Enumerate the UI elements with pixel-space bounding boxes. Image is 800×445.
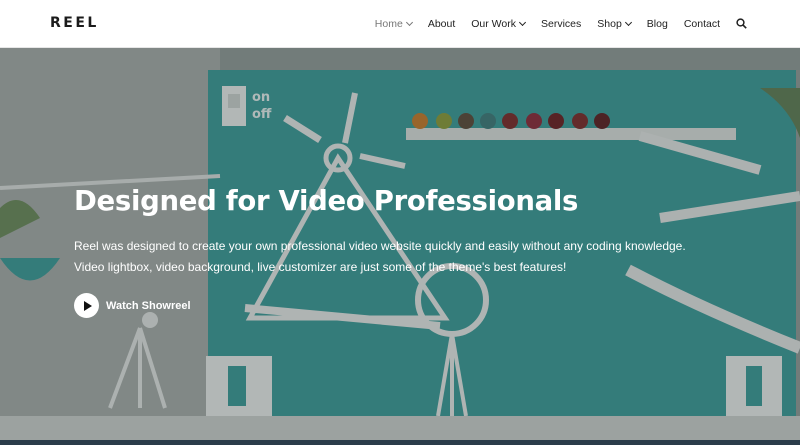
chevron-down-icon (518, 18, 527, 27)
site-header: REEL Home About Our Work Services Shop B… (0, 0, 800, 48)
chevron-down-icon (624, 18, 632, 27)
watch-showreel-label: Watch Showreel (106, 299, 191, 312)
nav-label-about: About (427, 18, 456, 30)
search-icon[interactable] (736, 18, 748, 30)
nav-label-our-work: Our Work (471, 18, 516, 30)
nav-item-home[interactable]: Home (374, 18, 413, 30)
nav-item-our-work[interactable]: Our Work (471, 18, 527, 30)
nav-label-home: Home (374, 18, 403, 30)
nav-item-blog[interactable]: Blog (647, 18, 668, 30)
watch-showreel-button[interactable]: Watch Showreel (74, 293, 191, 318)
hero-section: on off Designed for Video Professionals … (0, 48, 800, 445)
nav-label-blog: Blog (646, 18, 668, 30)
hero-title: Designed for Video Professionals (74, 185, 579, 217)
nav-item-about[interactable]: About (428, 18, 455, 30)
nav-item-shop[interactable]: Shop (597, 18, 632, 30)
site-logo[interactable]: REEL (50, 15, 99, 31)
nav-label-services: Services (541, 18, 582, 30)
play-icon[interactable] (74, 293, 99, 318)
nav-item-contact[interactable]: Contact (684, 18, 720, 30)
hero-description-line-1: Reel was designed to create your own pro… (74, 239, 686, 253)
nav-label-shop: Shop (597, 18, 622, 30)
hero-description: Reel was designed to create your own pro… (74, 236, 734, 278)
page-bottom-bar (0, 440, 800, 445)
hero-description-line-2: Video lightbox, video background, live c… (74, 260, 567, 274)
main-nav: Home About Our Work Services Shop Blog C… (359, 0, 748, 48)
chevron-down-icon (405, 18, 413, 27)
nav-label-contact: Contact (683, 18, 720, 30)
nav-item-services[interactable]: Services (541, 18, 581, 30)
